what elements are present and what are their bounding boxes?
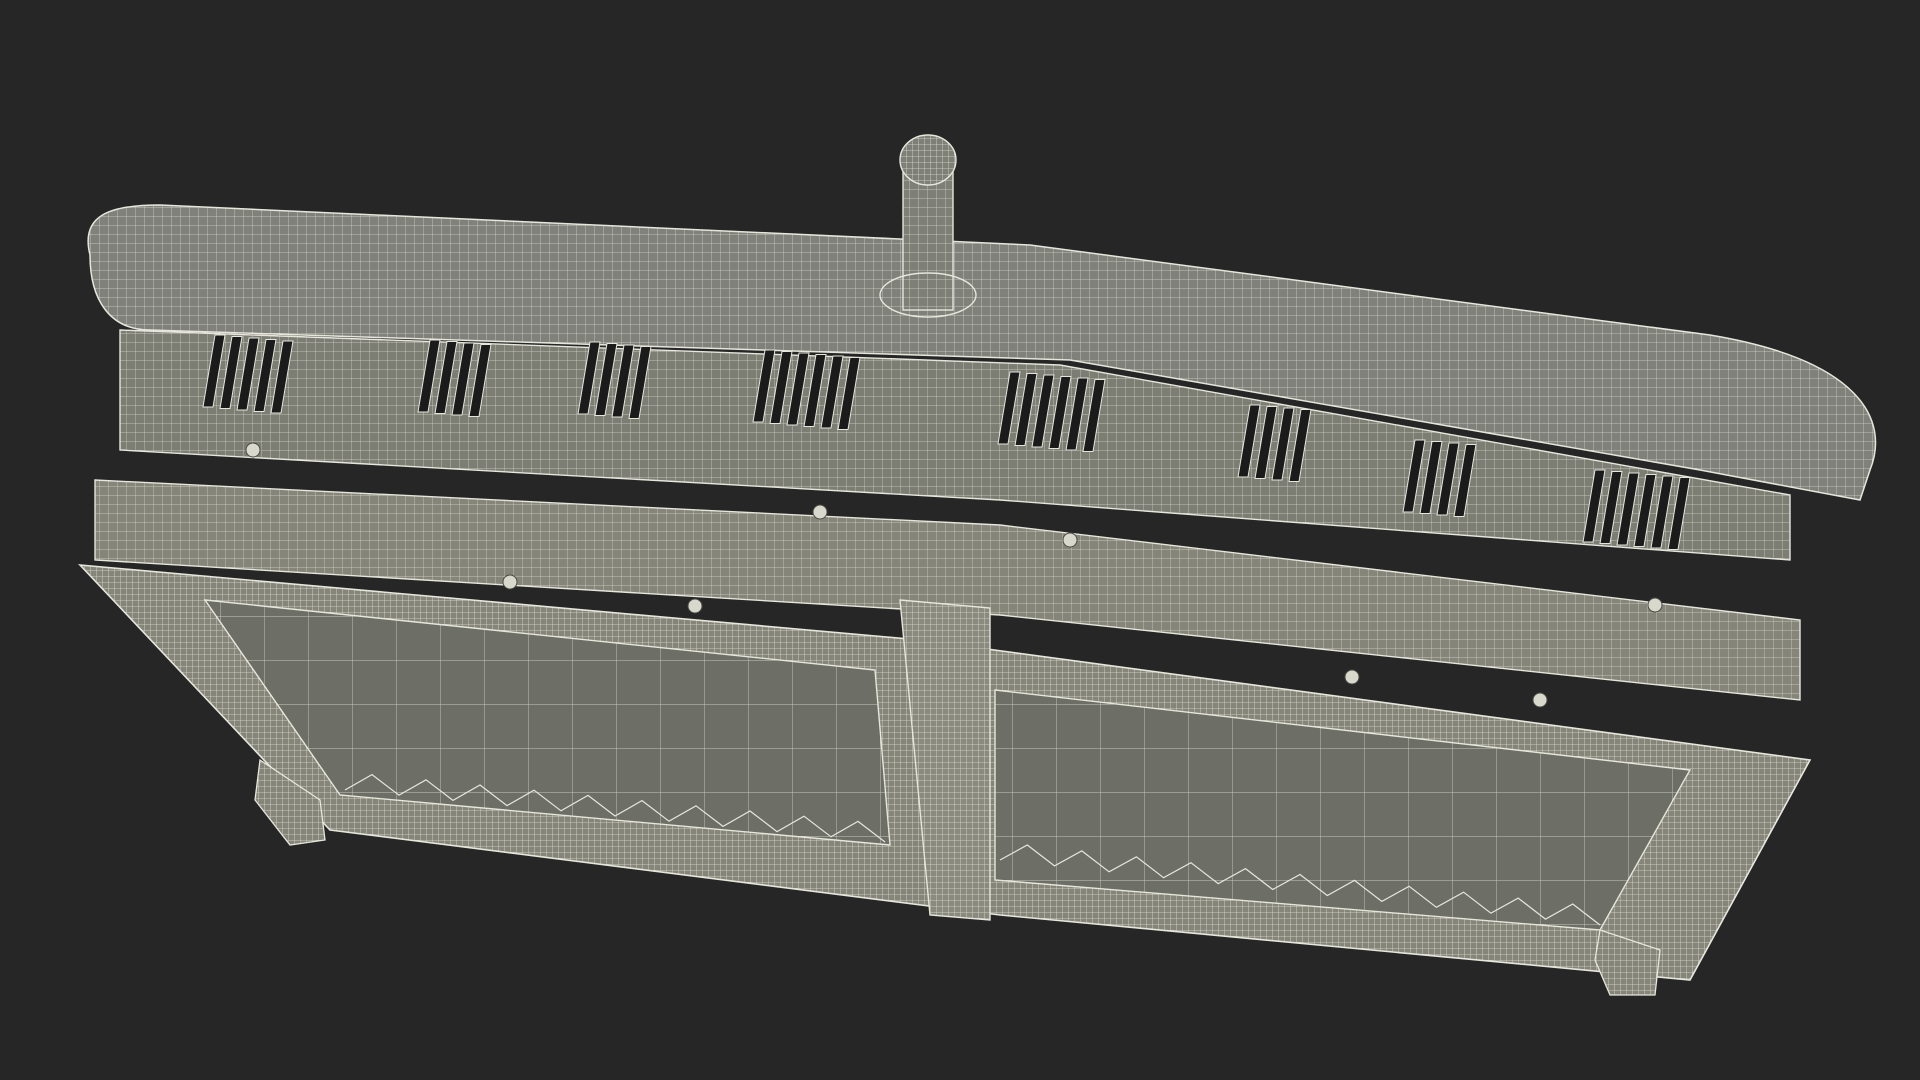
screw — [1062, 532, 1078, 548]
screw — [1344, 669, 1360, 685]
screw — [812, 504, 828, 520]
screw — [245, 442, 261, 458]
render-viewport — [0, 0, 1920, 1080]
screw — [502, 574, 518, 590]
screw — [1532, 692, 1548, 708]
wireframe-model — [77, 134, 1877, 996]
screw — [1647, 597, 1663, 613]
screw — [687, 598, 703, 614]
